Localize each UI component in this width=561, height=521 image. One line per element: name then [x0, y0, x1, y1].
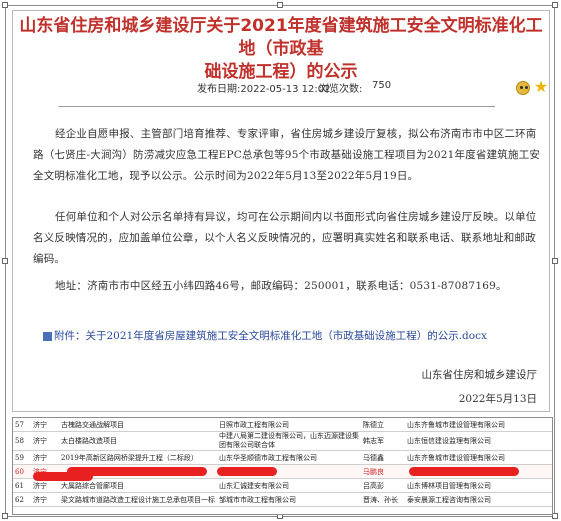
redaction-mark [217, 467, 277, 476]
cell-supervisor: 山东恒信建设监理有限公司 [405, 431, 552, 451]
cell-no: 59 [13, 450, 31, 465]
cell-supervisor: 泰安晨源工程咨询有限公司 [405, 492, 552, 507]
cell-no: 57 [13, 418, 31, 432]
views-label: 浏览次数: [319, 84, 363, 95]
cell-city: 济宁 [31, 450, 59, 465]
cell-manager: 吕高彭 [361, 478, 405, 493]
redaction-mark [33, 472, 93, 481]
views-count: 750 [372, 80, 392, 91]
signature: 山东省住房和城乡建设厅 [421, 369, 538, 381]
cell-manager: 马德鑫 [361, 450, 405, 465]
cell-contractor: 日照市政工程有限公司 [217, 418, 361, 432]
cell-manager: 韩志军 [361, 431, 405, 451]
cell-supervisor-redacted [405, 464, 552, 479]
table-row: 58 济宁 太白楼路改造项目 中建八局第二建设有限公司，山东迈源建设集团有限公司… [13, 431, 552, 451]
cell-contractor-redacted [217, 464, 361, 479]
resize-handle-right[interactable] [552, 258, 558, 264]
redaction-mark [409, 467, 519, 476]
cell-contractor: 山东汇诚建安有限公司 [217, 478, 361, 493]
table-row: 61 济宁 大属路综合管廊项目 山东汇诚建安有限公司 吕高彭 山东博林项目管理有… [13, 478, 552, 493]
cell-supervisor: 山东齐鲁城市建设管理有限公司 [405, 418, 552, 432]
resize-handle-top[interactable] [277, 2, 283, 8]
resize-handle-left[interactable] [2, 258, 8, 264]
cell-manager: 陈德立 [361, 418, 405, 432]
cell-contractor: 中建八局第二建设有限公司，山东迈源建设集团有限公司联合体 [217, 431, 361, 451]
resize-handle-top-left[interactable] [2, 2, 8, 8]
table-row: 57 济宁 古槐路交通战解项目 日照市政工程有限公司 陈德立 山东齐鲁城市建设管… [13, 418, 552, 432]
paragraph-announcement: 经企业自愿申报、主管部门培育推荐、专家评审，省住房城乡建设厅复核，拟公布济南市市… [33, 128, 541, 182]
cell-no: 61 [13, 478, 31, 493]
table-row: 59 济宁 2019年高新区路网桥梁提升工程（二标段） 山东华圣顺德市政工程有限… [13, 450, 552, 465]
cell-city: 济宁 [31, 431, 59, 451]
notice-date: 2022年5月13日 [458, 393, 537, 405]
resize-handle-top-right[interactable] [552, 2, 558, 8]
cell-project: 古槐路交通战解项目 [59, 418, 217, 432]
cell-project: 2019年高新区路网桥梁提升工程（二标段） [59, 450, 217, 465]
cell-manager: 马鹏良 [361, 464, 405, 479]
notice-title-line1: 山东省住房和城乡建设厅关于2021年度省建筑施工安全文明标准化工地（市政基 [19, 16, 543, 59]
cell-supervisor: 山东博林项目管理有限公司 [405, 478, 552, 493]
cell-no: 60 [13, 464, 31, 479]
paragraph-objection: 任何单位和个人对公示名单持有异议，均可在公示期间内以书面形式向省住房城乡建设厅反… [33, 211, 537, 265]
title-divider [59, 106, 495, 107]
publish-date: 发布日期:2022-05-13 12:02 [197, 84, 331, 95]
table-row-highlighted: 60 济宁 马鹏良 [13, 464, 552, 479]
cell-no: 62 [13, 492, 31, 507]
cell-city: 济宁 [31, 418, 59, 432]
attachment-icon [43, 331, 52, 341]
cell-manager: 晋涛、孙长 [361, 492, 405, 507]
notice-panel: 山东省住房和城乡建设厅关于2021年度省建筑施工安全文明标准化工地（市政基 础设… [12, 10, 550, 412]
project-table: 57 济宁 古槐路交通战解项目 日照市政工程有限公司 陈德立 山东齐鲁城市建设管… [12, 417, 553, 515]
paragraph-address: 地址：济南市市中区经五小纬四路46号，邮政编码：250001，联系电话：0531… [55, 280, 507, 292]
star-icon[interactable]: ★ [533, 79, 549, 95]
face-icon[interactable] [516, 81, 530, 95]
cell-contractor: 邹城市市政工程有限公司 [217, 492, 361, 507]
attachment-text[interactable]: 附件：关于2021年度省房屋建筑施工安全文明标准化工地（市政基础设施工程）的公示… [54, 330, 487, 342]
cell-project: 梁文路城市道路改造工程设计施工总承包项目一标 [59, 492, 217, 507]
cell-project: 太白楼路改造项目 [59, 431, 217, 451]
cell-no: 58 [13, 431, 31, 451]
notice-title: 山东省住房和城乡建设厅关于2021年度省建筑施工安全文明标准化工地（市政基 础设… [13, 15, 549, 84]
resize-handle-bottom-left[interactable] [2, 513, 8, 519]
table-row: 62 济宁 梁文路城市道路改造工程设计施工总承包项目一标 邹城市市政工程有限公司… [13, 492, 552, 507]
cell-city: 济宁 [31, 492, 59, 507]
attachment-link[interactable]: 附件：关于2021年度省房屋建筑施工安全文明标准化工地（市政基础设施工程）的公示… [43, 326, 543, 347]
cell-contractor: 山东华圣顺德市政工程有限公司 [217, 450, 361, 465]
cell-supervisor: 山东齐鲁城市建设管理有限公司 [405, 450, 552, 465]
